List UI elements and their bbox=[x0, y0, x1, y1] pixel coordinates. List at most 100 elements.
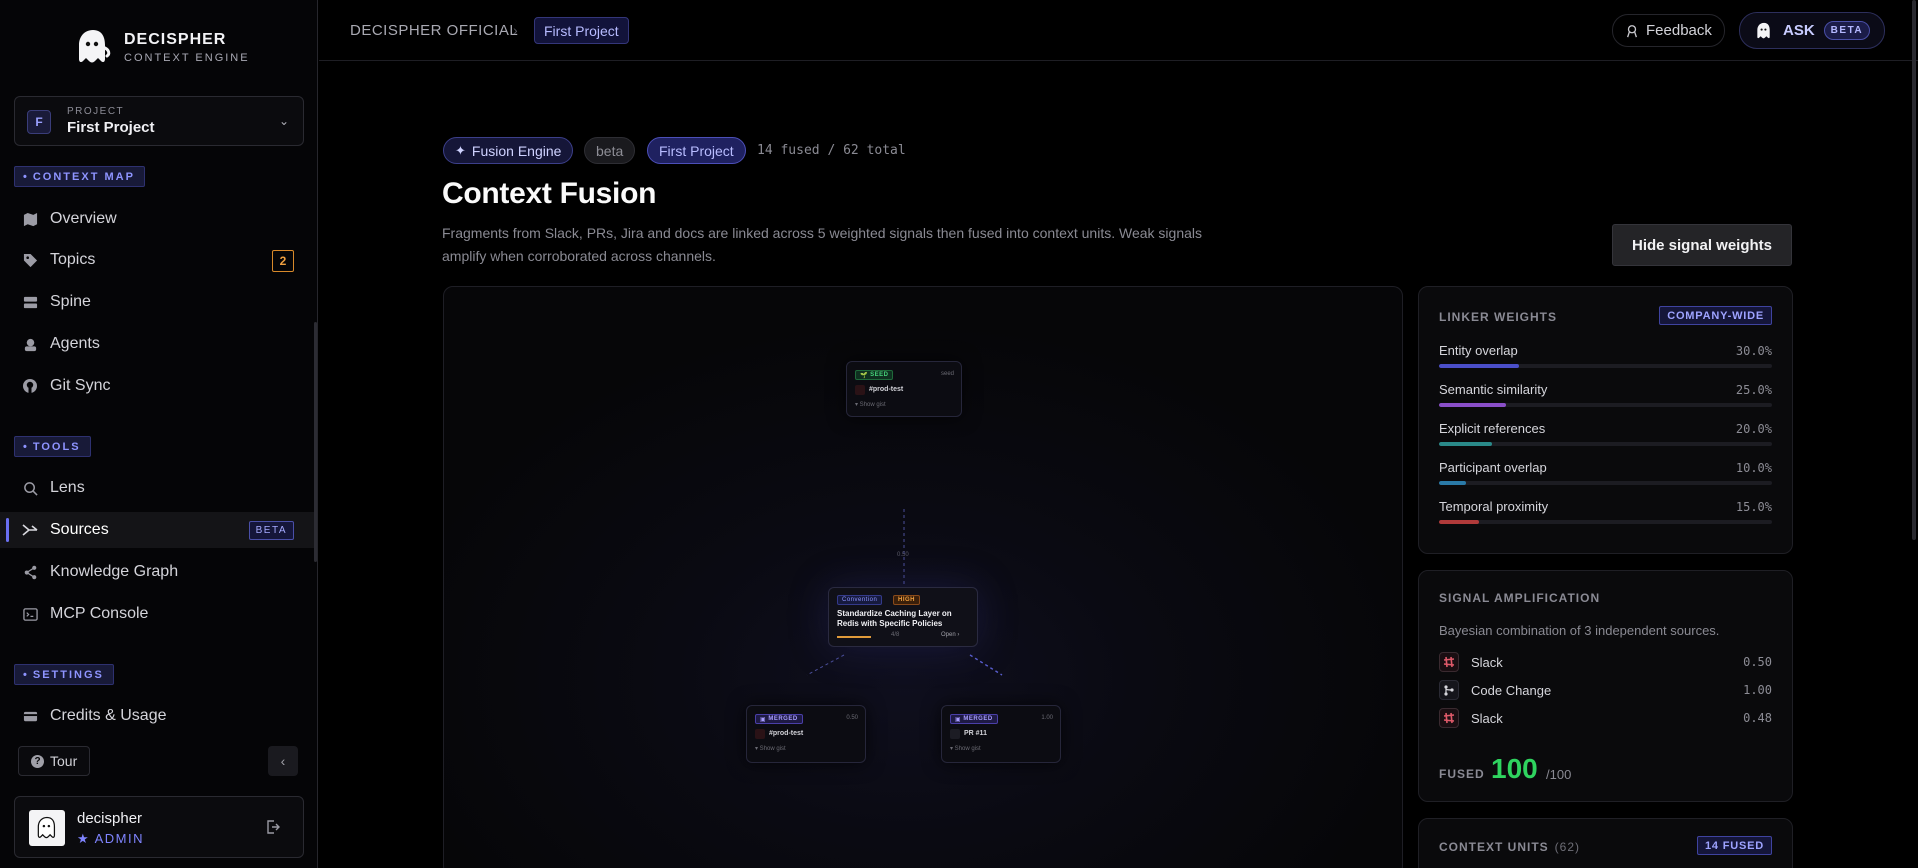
feedback-button[interactable]: Feedback bbox=[1612, 14, 1725, 47]
section-context-map: • CONTEXT MAP bbox=[14, 166, 145, 187]
brand-name: DECISPHER bbox=[124, 30, 227, 48]
tour-button[interactable]: ? Tour bbox=[18, 746, 91, 776]
fused-label: FUSED bbox=[1439, 767, 1485, 781]
context-units-panel: CONTEXT UNITS (62) 14 FUSED bbox=[1418, 818, 1793, 868]
ghost-icon bbox=[1757, 22, 1770, 38]
avatar[interactable] bbox=[29, 810, 65, 846]
brand[interactable]: DECISPHER CONTEXT ENGINE bbox=[72, 26, 250, 68]
merged-node-left[interactable]: ▣ MERGED 0.50 #prod-test ▾ Show gist bbox=[746, 705, 866, 763]
weight-bar bbox=[1439, 364, 1772, 368]
sidebar-item-topics[interactable]: Topics 2 bbox=[0, 242, 316, 278]
weight-label: Semantic similarity bbox=[1439, 382, 1548, 397]
sidebar-item-label: Agents bbox=[50, 335, 100, 352]
panel-title: CONTEXT UNITS (62) bbox=[1439, 840, 1580, 854]
topics-count-badge: 2 bbox=[272, 250, 294, 272]
agents-icon bbox=[20, 334, 40, 354]
fused-max: /100 bbox=[1546, 767, 1572, 782]
weight-label: Entity overlap bbox=[1439, 343, 1518, 358]
help-icon: ? bbox=[31, 754, 44, 768]
sources-icon bbox=[20, 520, 40, 540]
chevron-right-icon: › bbox=[513, 22, 518, 38]
ask-button[interactable]: ASK BETA bbox=[1739, 12, 1885, 49]
seed-tag-text: SEED bbox=[870, 372, 889, 378]
sidebar-item-spine[interactable]: Spine bbox=[0, 284, 316, 320]
context-unit-title: Standardize Caching Layer on Redis with … bbox=[837, 609, 952, 628]
seed-channel: #prod-test bbox=[869, 386, 904, 393]
sidebar-item-credits-usage[interactable]: Credits & Usage bbox=[0, 698, 316, 734]
weight-bar-fill bbox=[1439, 403, 1506, 407]
breadcrumb-current[interactable]: First Project bbox=[534, 17, 629, 44]
project-selector[interactable]: F PROJECT First Project ⌄ bbox=[14, 96, 304, 146]
progress-track bbox=[837, 636, 871, 638]
weight-bar-fill bbox=[1439, 481, 1466, 485]
sparkle-icon: ✦ bbox=[455, 142, 466, 158]
weight-bar-fill bbox=[1439, 364, 1519, 368]
feedback-icon bbox=[1627, 24, 1637, 37]
seed-show-gist[interactable]: ▾ Show gist bbox=[855, 401, 886, 408]
fused-score: 100 bbox=[1491, 753, 1538, 784]
source-value: 0.48 bbox=[1743, 711, 1772, 725]
weight-value: 30.0% bbox=[1735, 344, 1772, 358]
page-scrollbar[interactable] bbox=[1912, 0, 1916, 540]
slack-icon bbox=[1439, 652, 1459, 672]
sidebar-item-label: Sources bbox=[50, 521, 109, 538]
merged-meta: 1.00 bbox=[1041, 715, 1053, 721]
ask-label: ASK bbox=[1783, 22, 1815, 39]
linker-weights-panel: LINKER WEIGHTS COMPANY-WIDE Entity overl… bbox=[1418, 286, 1793, 554]
merged-tag: ▣ MERGED bbox=[755, 714, 803, 724]
merged-show-gist[interactable]: ▾ Show gist bbox=[950, 745, 981, 752]
ghost-avatar-icon bbox=[37, 816, 56, 839]
fused-units-badge: 14 FUSED bbox=[1697, 836, 1772, 855]
sidebar-item-git-sync[interactable]: Git Sync bbox=[0, 368, 316, 404]
slack-icon bbox=[755, 729, 765, 739]
project-chip: First Project bbox=[647, 137, 746, 164]
context-unit-node[interactable]: Convention HIGH Standardize Caching Laye… bbox=[828, 587, 978, 647]
weight-bar-fill bbox=[1439, 442, 1493, 446]
sidebar-item-lens[interactable]: Lens bbox=[0, 470, 316, 506]
user-role: ★ ADMIN bbox=[77, 831, 144, 846]
open-link[interactable]: Open › bbox=[941, 632, 959, 638]
merged-channel: PR #11 bbox=[964, 730, 987, 737]
merged-tag-text: MERGED bbox=[768, 716, 798, 722]
tour-label: Tour bbox=[50, 753, 78, 769]
feedback-label: Feedback bbox=[1646, 22, 1712, 39]
brand-subtitle: CONTEXT ENGINE bbox=[124, 51, 250, 64]
sidebar-item-label: Spine bbox=[50, 293, 91, 310]
user-card: decispher ★ ADMIN bbox=[14, 796, 304, 858]
merged-meta: 0.50 bbox=[846, 715, 858, 721]
beta-badge: BETA bbox=[248, 521, 294, 540]
hide-signal-weights-button[interactable]: Hide signal weights bbox=[1612, 224, 1792, 266]
sidebar-item-agents[interactable]: Agents bbox=[0, 326, 316, 362]
section-tools: • TOOLS bbox=[14, 436, 91, 457]
weight-value: 20.0% bbox=[1735, 422, 1772, 436]
sidebar-item-label: Lens bbox=[50, 479, 85, 496]
breadcrumb-root[interactable]: DECISPHER OFFICIAL bbox=[350, 22, 518, 39]
fused-count: 14 fused / 62 total bbox=[757, 143, 906, 158]
weight-bar-fill bbox=[1439, 520, 1479, 524]
sidebar-item-knowledge-graph[interactable]: Knowledge Graph bbox=[0, 554, 316, 590]
seed-node[interactable]: 🌱 SEED seed #prod-test ▾ Show gist bbox=[846, 361, 962, 417]
merged-node-right[interactable]: ▣ MERGED 1.00 PR #11 ▾ Show gist bbox=[941, 705, 1061, 763]
logout-icon[interactable] bbox=[265, 819, 281, 835]
merged-channel: #prod-test bbox=[769, 730, 804, 737]
merged-show-gist[interactable]: ▾ Show gist bbox=[755, 745, 786, 752]
source-row: Slack 0.50 bbox=[1439, 651, 1772, 673]
panel-title: SIGNAL AMPLIFICATION bbox=[1439, 591, 1601, 605]
sidebar-item-overview[interactable]: Overview bbox=[0, 201, 316, 237]
sidebar: DECISPHER CONTEXT ENGINE F PROJECT First… bbox=[0, 0, 318, 868]
collapse-sidebar-button[interactable]: ‹ bbox=[268, 746, 298, 776]
sidebar-item-mcp-console[interactable]: MCP Console bbox=[0, 596, 316, 632]
chevron-left-icon: ‹ bbox=[280, 753, 286, 769]
weight-value: 15.0% bbox=[1735, 500, 1772, 514]
progress-fill bbox=[837, 636, 871, 638]
sidebar-item-label: Overview bbox=[50, 210, 117, 227]
sidebar-scrollbar[interactable] bbox=[314, 322, 317, 562]
fusion-graph-canvas[interactable]: 0.50 🌱 SEED seed #prod-test ▾ Show gist … bbox=[443, 286, 1403, 868]
project-label: PROJECT bbox=[67, 106, 125, 117]
fusion-engine-chip: ✦ Fusion Engine bbox=[443, 137, 574, 164]
panel-title: LINKER WEIGHTS bbox=[1439, 310, 1557, 324]
map-icon bbox=[20, 209, 40, 229]
project-name: First Project bbox=[67, 119, 155, 136]
source-value: 1.00 bbox=[1743, 683, 1772, 697]
sidebar-item-sources[interactable]: Sources BETA bbox=[0, 512, 316, 548]
